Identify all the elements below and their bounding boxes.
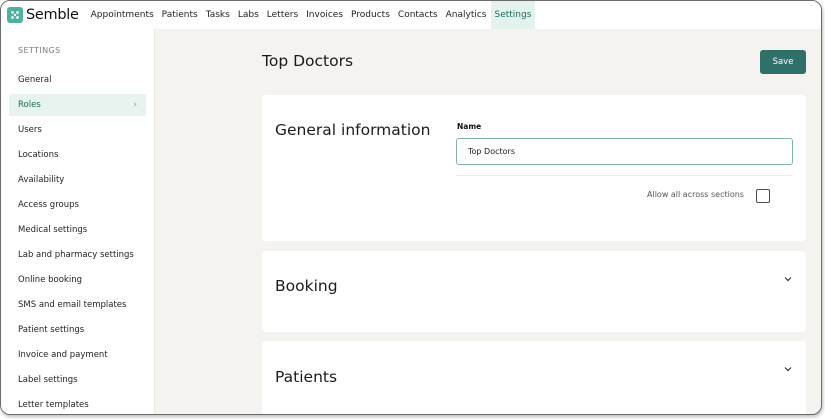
nav-appointments[interactable]: Appointments [87, 1, 158, 29]
save-button[interactable]: Save [760, 50, 806, 74]
divider [456, 175, 793, 176]
sidebar-item-label: Online booking [18, 275, 82, 285]
sidebar-item-lab-pharmacy[interactable]: Lab and pharmacy settings [9, 244, 146, 266]
sidebar-item-sms-email-templates[interactable]: SMS and email templates [9, 294, 146, 316]
patients-section-card[interactable]: Patients [262, 341, 806, 414]
sidebar-item-label: Medical settings [18, 225, 88, 235]
semble-logo[interactable]: Semble [7, 7, 79, 23]
nav-patients[interactable]: Patients [158, 1, 202, 29]
settings-sidebar: SETTINGS General Roles › Users Locations … [1, 29, 155, 414]
sidebar-item-roles[interactable]: Roles › [9, 94, 146, 116]
sidebar-item-label: General [18, 75, 52, 85]
sidebar-item-letter-templates[interactable]: Letter templates [9, 394, 146, 414]
chevron-down-icon[interactable] [783, 364, 793, 374]
section-title: Booking [275, 277, 338, 295]
sidebar-item-users[interactable]: Users [9, 119, 146, 141]
sidebar-item-invoice-payment[interactable]: Invoice and payment [9, 344, 146, 366]
sidebar-item-access-groups[interactable]: Access groups [9, 194, 146, 216]
sidebar-item-availability[interactable]: Availability [9, 169, 146, 191]
nav-products[interactable]: Products [347, 1, 394, 29]
nav-labs[interactable]: Labs [234, 1, 263, 29]
page-title: Top Doctors [262, 52, 354, 70]
sidebar-item-label: Locations [18, 150, 59, 160]
sidebar-item-label-settings[interactable]: Label settings [9, 369, 146, 391]
sidebar-item-online-booking[interactable]: Online booking [9, 269, 146, 291]
sidebar-item-label: Patient settings [18, 325, 85, 335]
sidebar-item-label: Users [18, 125, 42, 135]
allow-all-label: Allow all across sections [647, 190, 744, 199]
section-title: General information [275, 121, 431, 139]
nav-settings[interactable]: Settings [490, 1, 536, 29]
nav-analytics[interactable]: Analytics [442, 1, 491, 29]
section-title: Patients [275, 368, 338, 386]
top-navigation: Semble Appointments Patients Tasks Labs … [1, 1, 821, 29]
brand-name: Semble [26, 7, 79, 23]
name-field-label: Name [457, 122, 482, 131]
nav-tasks[interactable]: Tasks [202, 1, 234, 29]
sidebar-item-label: Letter templates [18, 400, 89, 410]
sidebar-item-label: Label settings [18, 375, 78, 385]
sidebar-item-locations[interactable]: Locations [9, 144, 146, 166]
sidebar-item-label: Lab and pharmacy settings [18, 250, 134, 260]
sidebar-item-label: Availability [18, 175, 65, 185]
booking-section-card[interactable]: Booking [262, 251, 806, 332]
nav-invoices[interactable]: Invoices [302, 1, 347, 29]
sidebar-item-patient-settings[interactable]: Patient settings [9, 319, 146, 341]
app-window: Semble Appointments Patients Tasks Labs … [0, 0, 822, 415]
chevron-right-icon: › [133, 100, 137, 110]
sidebar-item-label: Access groups [18, 200, 79, 210]
sidebar-item-label: Roles [18, 100, 41, 110]
general-information-card: General information Name Allow all acros… [262, 95, 806, 241]
allow-all-checkbox[interactable] [756, 189, 770, 203]
sidebar-heading: SETTINGS [18, 46, 61, 55]
sidebar-item-general[interactable]: General [9, 69, 146, 91]
sidebar-item-medical-settings[interactable]: Medical settings [9, 219, 146, 241]
sidebar-item-label: SMS and email templates [18, 300, 127, 310]
name-input[interactable] [456, 138, 793, 165]
nav-letters[interactable]: Letters [263, 1, 302, 29]
sidebar-item-label: Invoice and payment [18, 350, 108, 360]
semble-logo-icon [7, 7, 23, 23]
nav-contacts[interactable]: Contacts [394, 1, 442, 29]
chevron-down-icon[interactable] [783, 274, 793, 284]
